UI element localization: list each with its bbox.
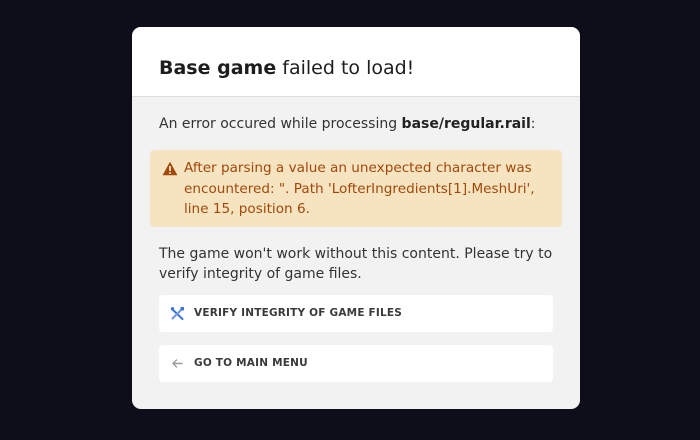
verify-integrity-button[interactable]: VERIFY INTEGRITY OF GAME FILES — [159, 295, 553, 332]
error-message-box: After parsing a value an unexpected char… — [150, 150, 562, 227]
verify-button-label: VERIFY INTEGRITY OF GAME FILES — [194, 307, 403, 319]
dialog-title-bold: Base game — [159, 57, 277, 79]
intro-file: base/regular.rail — [401, 116, 531, 132]
main-menu-button[interactable]: GO TO MAIN MENU — [159, 345, 553, 382]
arrow-left-icon — [172, 359, 183, 368]
error-message-text: After parsing a value an unexpected char… — [184, 160, 535, 217]
dialog-title: Base game failed to load! — [159, 56, 580, 80]
intro-suffix: : — [530, 116, 536, 132]
info-text: The game won't work without this content… — [159, 246, 553, 282]
intro-prefix: An error occured while processing — [159, 116, 402, 132]
main-menu-button-label: GO TO MAIN MENU — [194, 357, 308, 369]
error-intro: An error occured while processing base/r… — [159, 114, 553, 134]
dialog-title-rest: failed to load! — [276, 57, 415, 79]
error-dialog: Base game failed to load! An error occur… — [132, 27, 580, 409]
dialog-header: Base game failed to load! — [132, 27, 580, 97]
tools-icon — [170, 307, 184, 320]
warning-icon — [162, 161, 178, 176]
